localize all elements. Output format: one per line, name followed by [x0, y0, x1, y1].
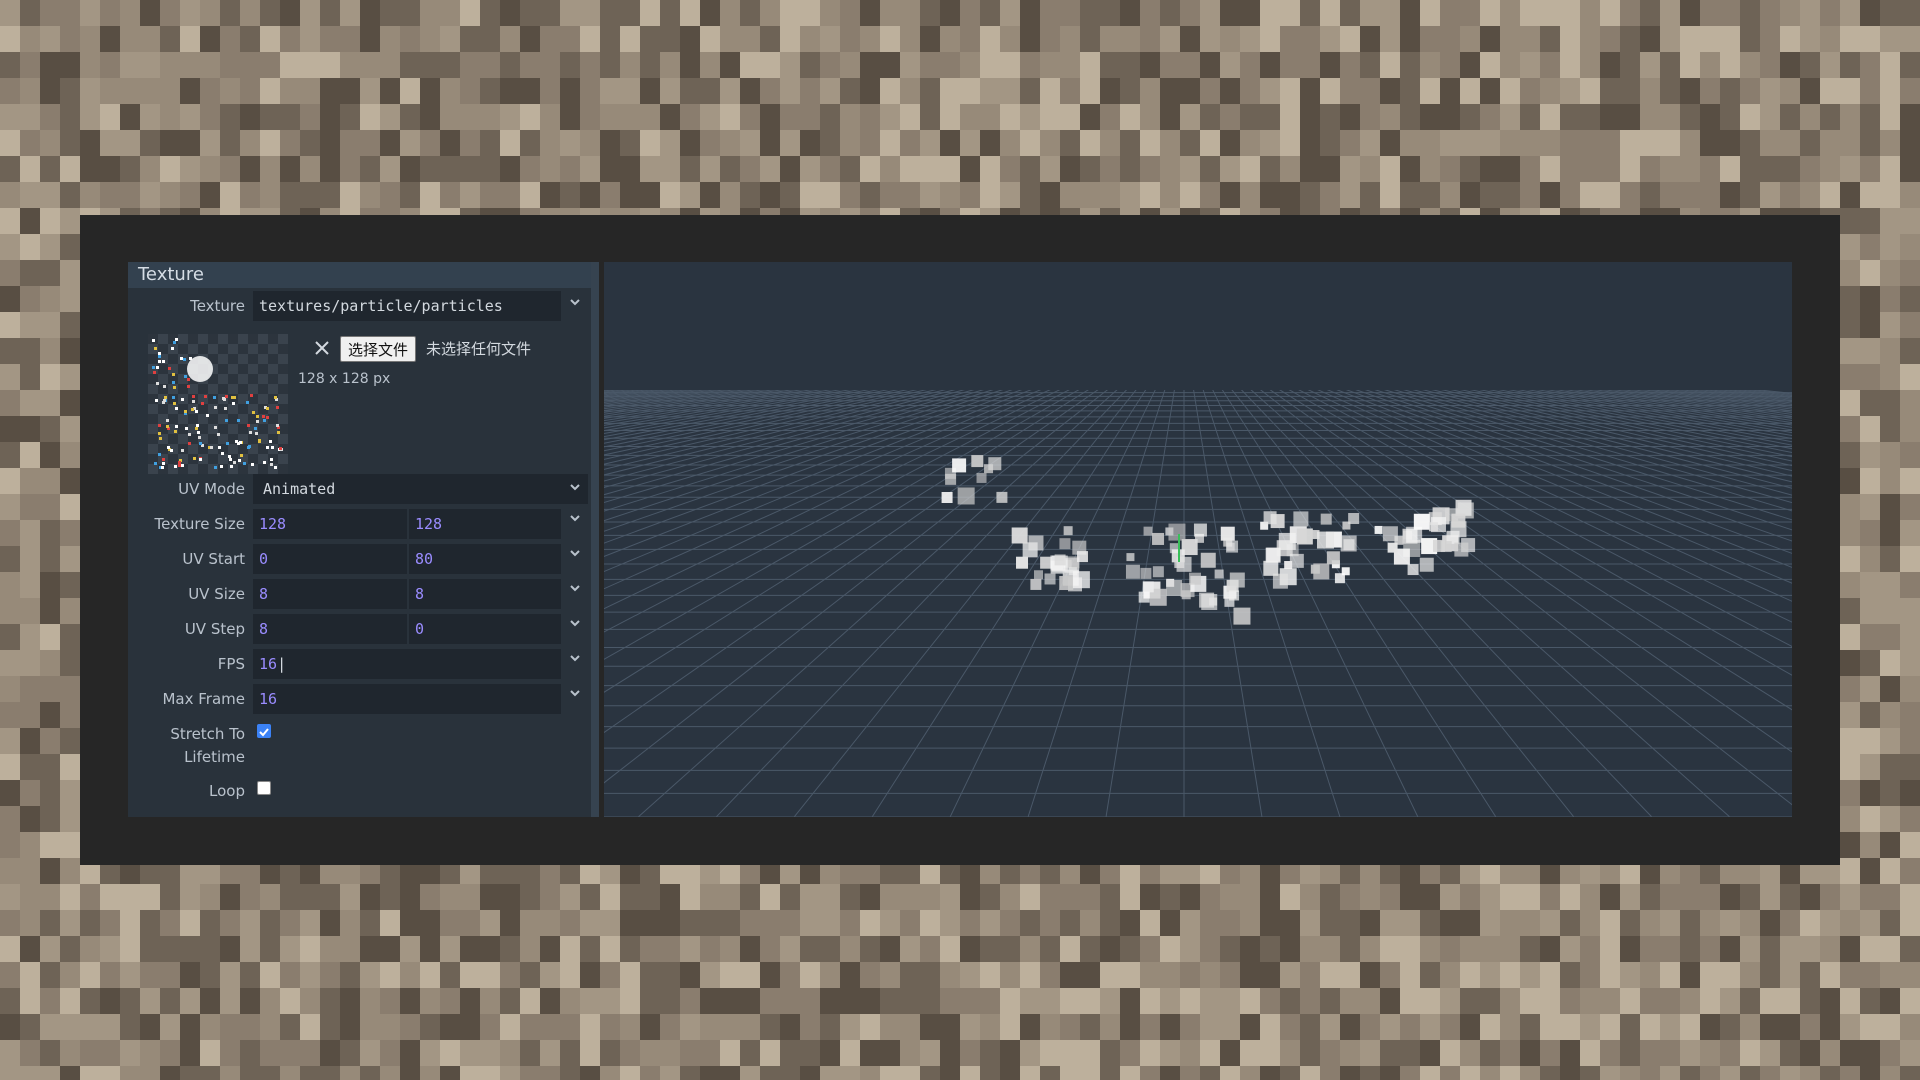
- texture-dimensions: 128 x 128 px: [298, 371, 391, 387]
- chevron-down-icon[interactable]: [568, 616, 584, 632]
- particle-sprite: [1125, 523, 1251, 625]
- uv-size-label: UV Size: [188, 585, 245, 603]
- texture-size-x-input[interactable]: 128: [253, 509, 407, 539]
- uv-size-x-input[interactable]: 8: [253, 579, 407, 609]
- no-file-selected-text: 未选择任何文件: [426, 340, 532, 358]
- loop-checkbox[interactable]: [257, 781, 271, 795]
- panel-title: Texture: [128, 262, 591, 288]
- close-icon[interactable]: [312, 338, 332, 358]
- texture-thumbnail: [148, 334, 288, 474]
- max-frame-label: Max Frame: [162, 690, 245, 708]
- texture-label: Texture: [190, 297, 245, 315]
- stretch-to-lifetime-label-line2: Lifetime: [184, 748, 245, 766]
- uv-mode-label: UV Mode: [178, 480, 245, 498]
- panel-scrollbar[interactable]: [591, 262, 599, 817]
- uv-mode-select[interactable]: Animated: [253, 474, 588, 504]
- loop-label: Loop: [209, 782, 245, 800]
- chevron-down-icon[interactable]: [568, 480, 584, 496]
- fps-label: FPS: [217, 655, 245, 673]
- uv-start-x-input[interactable]: 0: [253, 544, 407, 574]
- chevron-down-icon[interactable]: [568, 546, 584, 562]
- chevron-down-icon[interactable]: [568, 511, 584, 527]
- uv-step-label: UV Step: [184, 620, 245, 638]
- particle-sprite: [1260, 511, 1360, 589]
- fps-input[interactable]: 16|: [253, 649, 561, 679]
- fps-value: 16: [259, 655, 278, 673]
- check-icon: [259, 728, 269, 737]
- ground-grid: [604, 379, 1792, 817]
- chevron-down-icon[interactable]: [568, 581, 584, 597]
- stretch-to-lifetime-label-line1: Stretch To: [170, 725, 245, 743]
- texture-path-input[interactable]: textures/particle/particles: [253, 291, 561, 321]
- uv-step-y-input[interactable]: 0: [409, 614, 561, 644]
- texture-size-label: Texture Size: [154, 515, 245, 533]
- max-frame-input[interactable]: 16: [253, 684, 561, 714]
- chevron-down-icon[interactable]: [568, 651, 584, 667]
- editor-frame: Texture Texture textures/particle/partic…: [80, 215, 1840, 865]
- particle-preview-viewport[interactable]: [604, 262, 1792, 817]
- text-cursor: |: [277, 655, 287, 673]
- choose-file-button[interactable]: 选择文件: [340, 336, 417, 362]
- texture-size-y-input[interactable]: 128: [409, 509, 561, 539]
- chevron-down-icon[interactable]: [568, 295, 584, 311]
- uv-start-y-input[interactable]: 80: [409, 544, 561, 574]
- texture-panel: Texture Texture textures/particle/partic…: [128, 262, 599, 817]
- chevron-down-icon[interactable]: [568, 686, 584, 702]
- uv-size-y-input[interactable]: 8: [409, 579, 561, 609]
- uv-start-label: UV Start: [182, 550, 245, 568]
- viewport-scene: [604, 262, 1792, 817]
- stretch-to-lifetime-checkbox[interactable]: [257, 724, 271, 738]
- uv-step-x-input[interactable]: 8: [253, 614, 407, 644]
